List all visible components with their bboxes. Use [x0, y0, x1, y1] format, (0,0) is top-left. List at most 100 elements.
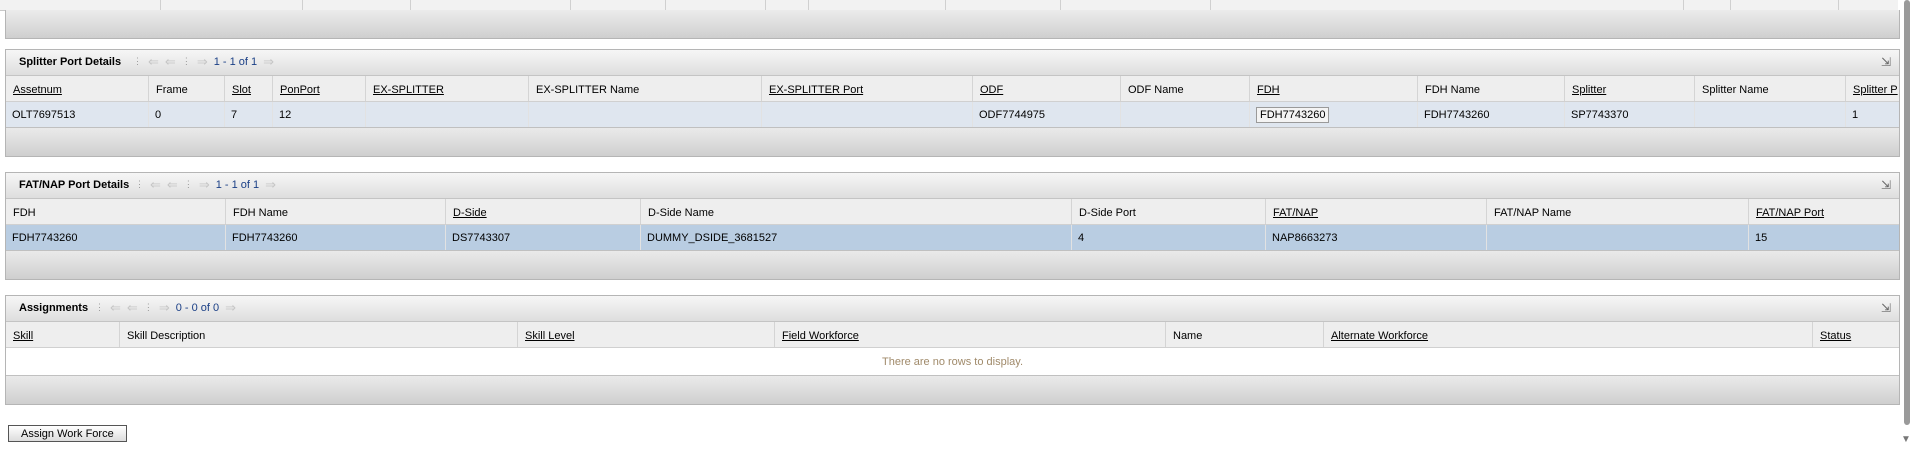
table-footer [6, 127, 1899, 156]
table-cell: DUMMY_DSIDE_3681527 [641, 225, 1072, 250]
column-header[interactable]: D-Side [446, 199, 641, 224]
panel-titlebar: Assignments ⋮ ⇐ ⇐ ⋮ ⇒ 0 - 0 of 0 ⇒ ⇲ [6, 296, 1899, 322]
last-page-icon[interactable]: ⇒ [263, 55, 274, 68]
empty-message: There are no rows to display. [881, 356, 1024, 368]
table-cell: 1 [1852, 109, 1859, 121]
table-cell: OLT7697513 [6, 102, 149, 127]
pagination: ⋮ ⇐ ⇐ ⋮ ⇒ 0 - 0 of 0 ⇒ [95, 301, 236, 314]
column-header: EX-SPLITTER Name [529, 76, 762, 101]
scrollbar-thumb[interactable] [1904, 0, 1910, 425]
table-cell: SP7743370 [1565, 102, 1695, 127]
separator: ⋮ [133, 56, 142, 66]
table-cell: NAP8663273 [1266, 225, 1487, 250]
column-header[interactable]: Slot [225, 76, 273, 101]
table-row[interactable]: FDH7743260 FDH7743260 DS7743307 DUMMY_DS… [6, 225, 1899, 250]
table-cell [366, 102, 529, 127]
first-page-icon[interactable]: ⇐ [110, 301, 121, 314]
panel-titlebar: Splitter Port Details ⋮ ⇐ ⇐ ⋮ ⇒ 1 - 1 of… [6, 50, 1899, 76]
next-page-icon[interactable]: ⇒ [199, 178, 210, 191]
export-icon[interactable]: ⇲ [1881, 55, 1891, 69]
separator: ⋮ [143, 302, 153, 312]
table-header: Skill Skill Description Skill Level Fiel… [6, 322, 1899, 348]
table-cell: FDH7743260 [226, 225, 446, 250]
pagination: ⋮ ⇐ ⇐ ⋮ ⇒ 1 - 1 of 1 ⇒ [133, 55, 274, 68]
panel-title: Assignments [19, 302, 89, 314]
column-header[interactable]: Alternate Workforce [1324, 322, 1813, 347]
table-footer [6, 250, 1899, 279]
separator: ⋮ [135, 179, 144, 189]
table-cell: 15 [1755, 232, 1768, 244]
column-header[interactable]: FAT/NAP [1266, 199, 1487, 224]
assignments-panel: Assignments ⋮ ⇐ ⇐ ⋮ ⇒ 0 - 0 of 0 ⇒ ⇲ Ski… [5, 295, 1900, 405]
column-header[interactable]: PonPort [273, 76, 366, 101]
table-cell: DS7743307 [446, 225, 641, 250]
column-header[interactable]: EX-SPLITTER Port [762, 76, 973, 101]
table-footer [6, 375, 1899, 404]
splitter-port-details-panel: Splitter Port Details ⋮ ⇐ ⇐ ⋮ ⇒ 1 - 1 of… [5, 49, 1900, 157]
table-cell: FDH7743260 [1250, 102, 1418, 127]
last-page-icon[interactable]: ⇒ [265, 178, 276, 191]
table-cell: 12 [273, 102, 366, 127]
table-cell: ODF7744975 [973, 102, 1121, 127]
vertical-scrollbar[interactable]: ▼ [1900, 0, 1914, 451]
prev-page-icon[interactable]: ⇐ [165, 55, 176, 68]
column-header: FAT/NAP Name [1487, 199, 1749, 224]
page-count: 1 - 1 of 1 [215, 178, 260, 191]
table-header: Assetnum Frame Slot PonPort EX-SPLITTER … [6, 76, 1899, 102]
column-header[interactable]: Splitter [1565, 76, 1695, 101]
column-header: ODF Name [1121, 76, 1250, 101]
panel-title: FAT/NAP Port Details [19, 179, 130, 191]
column-header: FDH Name [226, 199, 446, 224]
first-page-icon[interactable]: ⇐ [148, 55, 159, 68]
column-header: Skill Description [120, 322, 518, 347]
column-header: D-Side Name [641, 199, 1072, 224]
next-page-icon[interactable]: ⇒ [197, 55, 208, 68]
table-cell: FDH7743260 [1418, 102, 1565, 127]
assign-work-force-button[interactable]: Assign Work Force [8, 425, 127, 442]
table-cell: FDH7743260 [6, 225, 226, 250]
column-header[interactable]: EX-SPLITTER [366, 76, 529, 101]
column-header[interactable]: Skill [6, 322, 120, 347]
table-cell [1487, 225, 1749, 250]
next-page-icon[interactable]: ⇒ [159, 301, 170, 314]
table-cell: 7 [225, 102, 273, 127]
fdh-link[interactable]: FDH7743260 [1256, 107, 1330, 123]
column-header: FDH [6, 199, 226, 224]
previous-table-footer [5, 10, 1900, 39]
separator: ⋮ [183, 179, 193, 189]
scroll-down-icon[interactable]: ▼ [1901, 434, 1911, 445]
export-icon[interactable]: ⇲ [1881, 178, 1891, 192]
column-header: Name [1166, 322, 1324, 347]
table-cell: 4 [1072, 225, 1266, 250]
column-header: FDH Name [1418, 76, 1565, 101]
separator: ⋮ [95, 302, 104, 312]
last-page-icon[interactable]: ⇒ [225, 301, 236, 314]
column-header[interactable]: FAT/NAP Port [1749, 199, 1899, 224]
page-count: 1 - 1 of 1 [213, 55, 258, 68]
pagination: ⋮ ⇐ ⇐ ⋮ ⇒ 1 - 1 of 1 ⇒ [135, 178, 276, 191]
column-header[interactable]: Splitter P [1846, 76, 1898, 101]
table-cell: 0 [149, 102, 225, 127]
table-cell [1121, 102, 1250, 127]
table-row[interactable]: OLT7697513 0 7 12 ODF7744975 FDH7743260 … [6, 102, 1899, 127]
column-header: D-Side Port [1072, 199, 1266, 224]
column-header: Splitter Name [1695, 76, 1846, 101]
column-header[interactable]: Assetnum [6, 76, 149, 101]
table-header: FDH FDH Name D-Side D-Side Name D-Side P… [6, 199, 1899, 225]
panel-title: Splitter Port Details [19, 56, 122, 68]
first-page-icon[interactable]: ⇐ [150, 178, 161, 191]
table-cell [762, 102, 973, 127]
column-header[interactable]: ODF [973, 76, 1121, 101]
column-header[interactable]: Field Workforce [775, 322, 1166, 347]
prev-page-icon[interactable]: ⇐ [167, 178, 178, 191]
panel-titlebar: FAT/NAP Port Details ⋮ ⇐ ⇐ ⋮ ⇒ 1 - 1 of … [6, 173, 1899, 199]
table-cell [529, 102, 762, 127]
prev-page-icon[interactable]: ⇐ [127, 301, 138, 314]
column-header[interactable]: Status [1813, 322, 1899, 347]
column-header[interactable]: FDH [1250, 76, 1418, 101]
separator: ⋮ [181, 56, 191, 66]
column-header[interactable]: Skill Level [518, 322, 775, 347]
fat-nap-port-details-panel: FAT/NAP Port Details ⋮ ⇐ ⇐ ⋮ ⇒ 1 - 1 of … [5, 172, 1900, 280]
export-icon[interactable]: ⇲ [1881, 301, 1891, 315]
page-count: 0 - 0 of 0 [175, 301, 220, 314]
